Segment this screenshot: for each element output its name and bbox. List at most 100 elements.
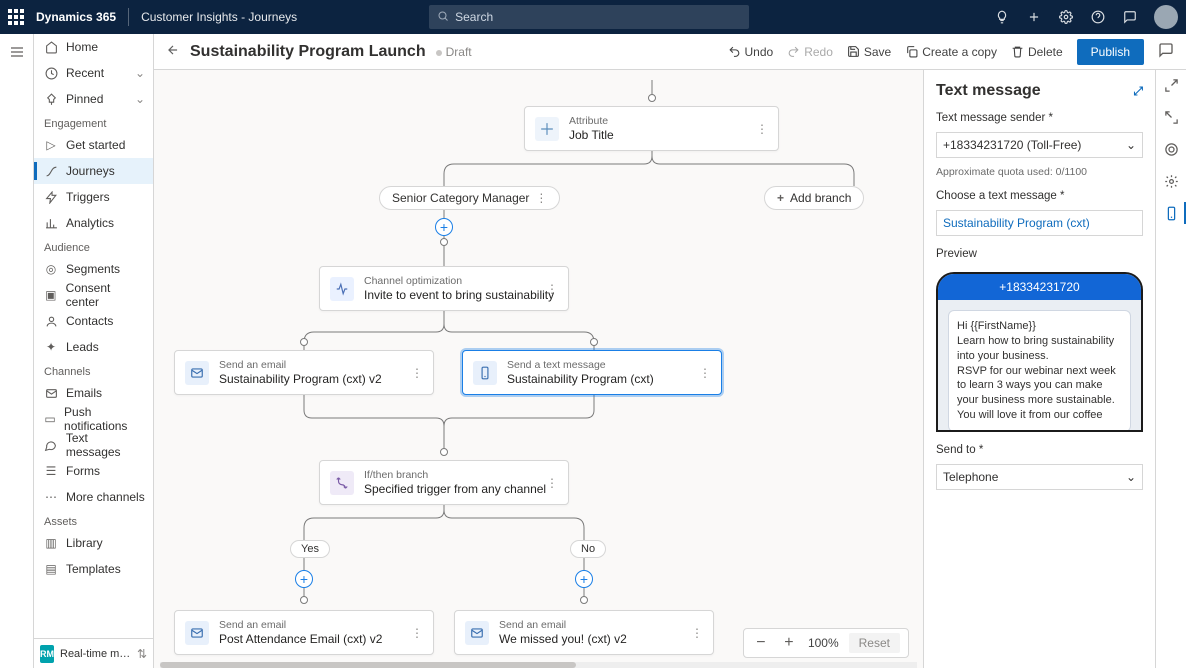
add-step-button[interactable]: + xyxy=(435,218,453,236)
journey-icon xyxy=(44,164,58,178)
node-attribute[interactable]: AttributeJob Title ⋮ xyxy=(524,106,779,151)
more-icon[interactable]: ⋮ xyxy=(535,191,547,205)
horizontal-scrollbar[interactable] xyxy=(160,662,917,668)
persona-badge: RM xyxy=(40,645,54,663)
sidebar-label: More channels xyxy=(66,490,145,504)
journey-canvas[interactable]: AttributeJob Title ⋮ Senior Category Man… xyxy=(154,70,924,668)
zoom-in-button[interactable]: + xyxy=(780,634,798,652)
zoom-level: 100% xyxy=(808,636,839,650)
node-title: Sustainability Program (cxt) xyxy=(507,372,654,386)
port xyxy=(648,94,656,102)
add-step-button[interactable]: + xyxy=(575,570,593,588)
sidebar-item-push[interactable]: ▭Push notifications xyxy=(34,406,153,432)
phone-icon xyxy=(473,361,497,385)
branch-label: Senior Category Manager xyxy=(392,191,529,205)
mobile-icon[interactable] xyxy=(1162,204,1180,222)
more-icon[interactable]: ⋮ xyxy=(546,282,558,296)
more-icon[interactable]: ⋮ xyxy=(411,626,423,640)
mail-icon xyxy=(44,386,58,400)
sidebar-label: Emails xyxy=(66,386,102,400)
lightbulb-icon[interactable] xyxy=(994,9,1010,25)
save-button[interactable]: Save xyxy=(847,45,891,59)
node-title: Specified trigger from any channel xyxy=(364,482,536,496)
more-icon[interactable]: ⋮ xyxy=(691,626,703,640)
plus-icon[interactable] xyxy=(1026,9,1042,25)
message-select[interactable]: Sustainability Program (cxt) xyxy=(936,210,1143,236)
person-icon xyxy=(44,314,58,328)
add-step-button[interactable]: + xyxy=(295,570,313,588)
more-icon[interactable]: ⋮ xyxy=(546,476,558,490)
hamburger-icon[interactable] xyxy=(9,44,25,63)
node-text-message[interactable]: Send a text messageSustainability Progra… xyxy=(462,350,722,395)
goal-icon[interactable] xyxy=(1162,140,1180,158)
branch-no[interactable]: No xyxy=(570,540,606,558)
sidebar-label: Push notifications xyxy=(64,405,145,433)
branch-pill-left[interactable]: Senior Category Manager ⋮ xyxy=(379,186,560,210)
settings-icon[interactable] xyxy=(1162,172,1180,190)
optimize-icon xyxy=(330,277,354,301)
sidebar-item-consent[interactable]: ▣Consent center xyxy=(34,282,153,308)
sidebar-item-recent[interactable]: Recent⌄ xyxy=(34,60,153,86)
sidebar-item-triggers[interactable]: Triggers xyxy=(34,184,153,210)
app-launcher-icon[interactable] xyxy=(8,9,24,25)
sidebar-item-segments[interactable]: ◎Segments xyxy=(34,256,153,282)
sidebar-item-leads[interactable]: ✦Leads xyxy=(34,334,153,360)
more-icon[interactable]: ⋮ xyxy=(411,366,423,380)
target-icon: ◎ xyxy=(44,262,58,276)
expand-icon[interactable]: ⤢ xyxy=(1133,84,1143,99)
sidebar-item-get-started[interactable]: ▷Get started xyxy=(34,132,153,158)
node-channel-optimization[interactable]: Channel optimizationInvite to event to b… xyxy=(319,266,569,311)
breadcrumb[interactable]: Customer Insights - Journeys xyxy=(141,10,297,24)
sendto-select[interactable]: Telephone⌄ xyxy=(936,464,1143,490)
more-icon[interactable]: ⋮ xyxy=(699,366,711,380)
search-icon xyxy=(437,10,449,25)
add-branch-button[interactable]: +Add branch xyxy=(764,186,864,210)
help-icon[interactable] xyxy=(1090,9,1106,25)
node-type: Attribute xyxy=(569,115,614,127)
node-type: Channel optimization xyxy=(364,275,536,287)
redo-button[interactable]: Redo xyxy=(787,45,833,59)
sidebar-item-journeys[interactable]: Journeys xyxy=(34,158,153,184)
port xyxy=(300,596,308,604)
quota-hint: Approximate quota used: 0/1100 xyxy=(936,166,1143,178)
sidebar-item-home[interactable]: Home xyxy=(34,34,153,60)
chat-icon[interactable] xyxy=(1122,9,1138,25)
sidebar-item-text[interactable]: Text messages xyxy=(34,432,153,458)
zoom-out-button[interactable]: − xyxy=(752,634,770,652)
node-if-then[interactable]: If/then branchSpecified trigger from any… xyxy=(319,460,569,505)
sidebar-item-forms[interactable]: ☰Forms xyxy=(34,458,153,484)
sidebar-item-pinned[interactable]: Pinned⌄ xyxy=(34,86,153,112)
topbar-actions xyxy=(994,5,1178,29)
chart-icon xyxy=(44,216,58,230)
zoom-reset-button[interactable]: Reset xyxy=(849,633,900,653)
enter-icon[interactable] xyxy=(1162,76,1180,94)
sidebar-item-templates[interactable]: ▤Templates xyxy=(34,556,153,582)
avatar[interactable] xyxy=(1154,5,1178,29)
exit-icon[interactable] xyxy=(1162,108,1180,126)
node-email-post-attendance[interactable]: Send an emailPost Attendance Email (cxt)… xyxy=(174,610,434,655)
persona-switcher[interactable]: RM Real-time marketi... ⇅ xyxy=(34,638,153,668)
sidebar-item-analytics[interactable]: Analytics xyxy=(34,210,153,236)
sidebar-item-library[interactable]: ▥Library xyxy=(34,530,153,556)
port xyxy=(580,596,588,604)
node-email-we-missed-you[interactable]: Send an emailWe missed you! (cxt) v2 ⋮ xyxy=(454,610,714,655)
message-value: Sustainability Program (cxt) xyxy=(943,216,1090,230)
back-button[interactable] xyxy=(166,43,180,60)
undo-button[interactable]: Undo xyxy=(728,45,774,59)
sidebar-item-more-channels[interactable]: ⋯More channels xyxy=(34,484,153,510)
sender-select[interactable]: +18334231720 (Toll-Free)⌄ xyxy=(936,132,1143,158)
global-search[interactable]: Search xyxy=(429,5,749,29)
status-badge: Draft xyxy=(436,45,472,59)
copy-button[interactable]: Create a copy xyxy=(905,45,997,59)
more-icon[interactable]: ⋮ xyxy=(756,122,768,136)
delete-button[interactable]: Delete xyxy=(1011,45,1063,59)
teams-icon[interactable] xyxy=(1158,42,1174,61)
sidebar-item-emails[interactable]: Emails xyxy=(34,380,153,406)
mail-icon xyxy=(185,361,209,385)
branch-yes[interactable]: Yes xyxy=(290,540,330,558)
gear-icon[interactable] xyxy=(1058,9,1074,25)
persona-label: Real-time marketi... xyxy=(60,648,131,660)
sidebar-item-contacts[interactable]: Contacts xyxy=(34,308,153,334)
node-email-sustainability[interactable]: Send an emailSustainability Program (cxt… xyxy=(174,350,434,395)
publish-button[interactable]: Publish xyxy=(1077,39,1144,65)
